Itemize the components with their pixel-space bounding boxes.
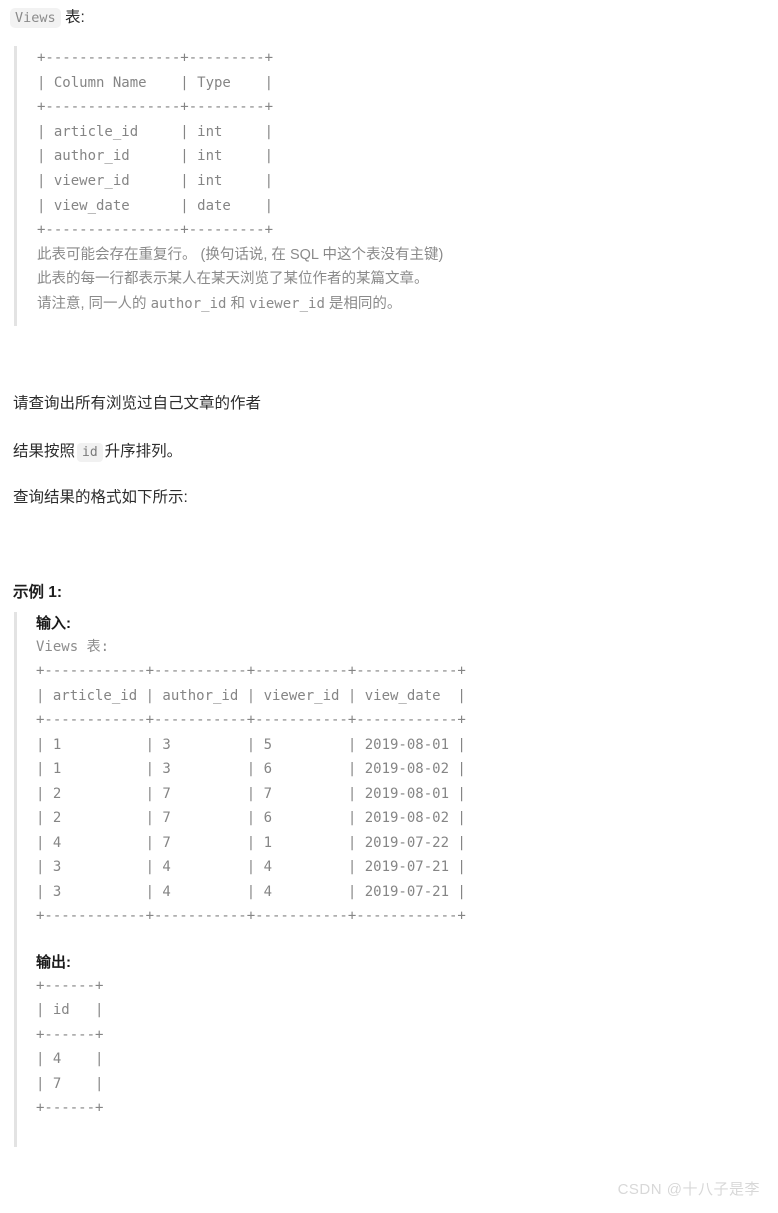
page-title: Views 表: (10, 6, 85, 30)
schema-ascii-table: +----------------+---------+ | Column Na… (37, 50, 274, 239)
input-ascii-table: +------------+-----------+-----------+--… (36, 663, 466, 924)
note3-code-author-id: author_id (150, 295, 227, 312)
format-note-paragraph: 查询结果的格式如下所示: (13, 489, 188, 506)
order-suffix-text: 升序排列。 (104, 443, 183, 460)
input-label: 输入: (36, 615, 71, 632)
schema-note-line-3: 请注意, 同一人的 author_id 和 viewer_id 是相同的。 (37, 292, 764, 317)
order-code-id: id (77, 443, 103, 462)
note3-part-b: 和 (226, 295, 250, 312)
note3-part-a: 请注意, 同一人的 (37, 295, 151, 312)
example-title: 示例 1: (13, 584, 63, 601)
order-prefix-text: 结果按照 (13, 443, 76, 460)
note3-part-c: 是相同的。 (324, 295, 402, 312)
example-quote-block: 输入: Views 表: +------------+-----------+-… (14, 612, 764, 1147)
csdn-watermark: CSDN @十八子是李 (617, 1181, 760, 1198)
input-table-name: Views 表: (36, 639, 110, 655)
schema-quote-block: +----------------+---------+ | Column Na… (14, 46, 764, 326)
table-name-badge: Views (10, 8, 61, 28)
order-paragraph: 结果按照 id 升序排列。 (13, 440, 182, 465)
requirement-paragraph: 请查询出所有浏览过自己文章的作者 (13, 395, 262, 412)
output-ascii-table: +------+ | id | +------+ | 4 | | 7 | +--… (36, 977, 104, 1117)
document-page: Views 表: +----------------+---------+ | … (0, 0, 778, 1213)
schema-note-line-1: 此表可能会存在重复行。 (换句话说, 在 SQL 中这个表没有主键) (37, 246, 444, 263)
note3-code-viewer-id: viewer_id (249, 295, 325, 312)
page-title-suffix: 表: (60, 9, 85, 26)
schema-note-line-2: 此表的每一行都表示某人在某天浏览了某位作者的某篇文章。 (37, 271, 429, 288)
output-label: 输出: (36, 953, 71, 971)
